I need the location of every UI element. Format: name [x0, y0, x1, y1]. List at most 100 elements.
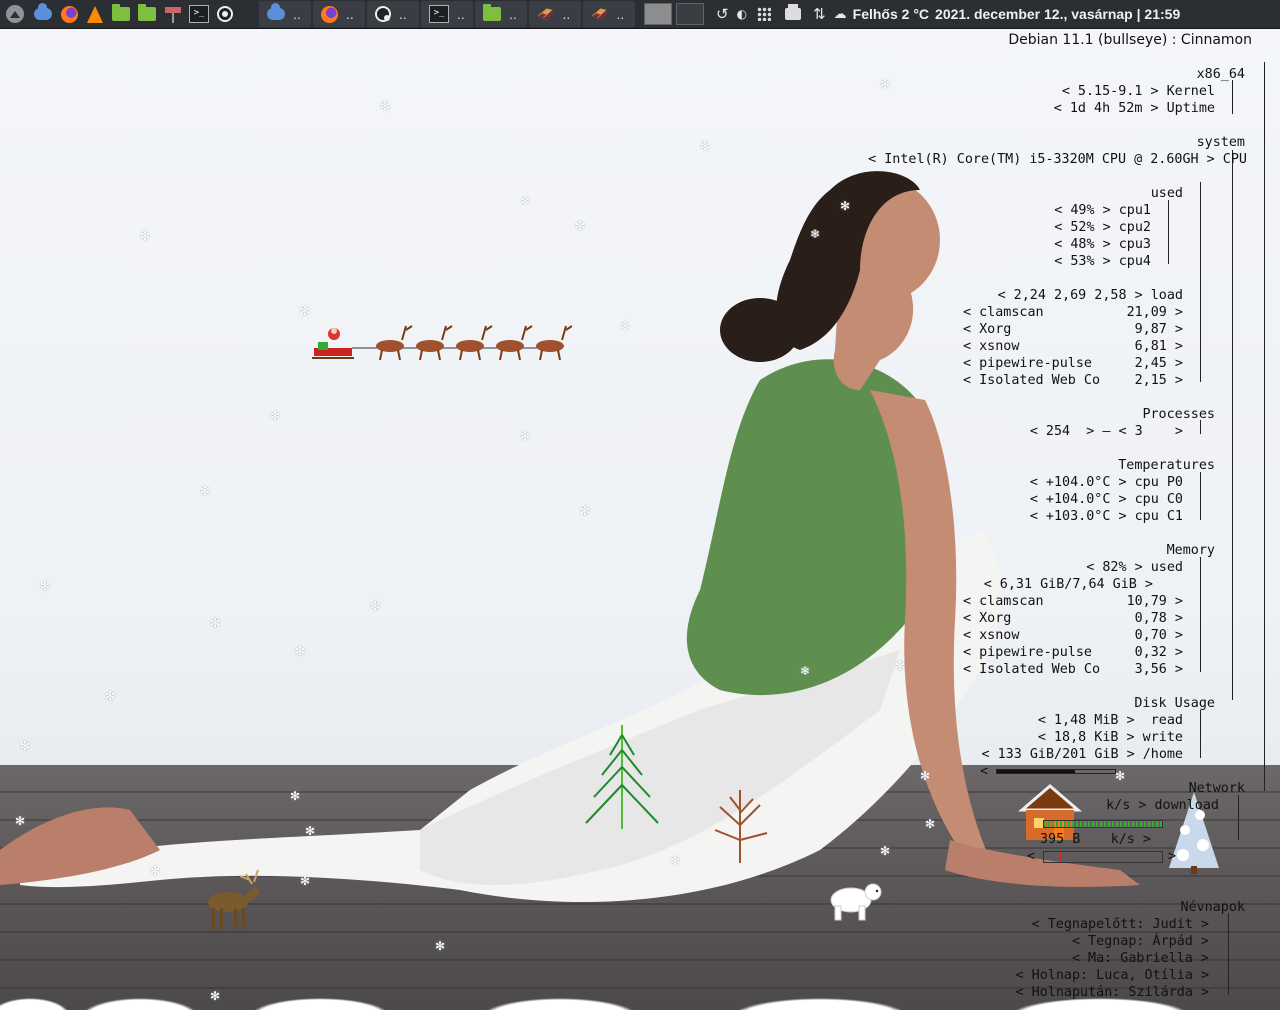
bracket-line — [1167, 200, 1169, 264]
info-icon[interactable]: ◐ — [737, 7, 747, 21]
vlc-icon — [87, 5, 103, 23]
process-value: 3,56 > — [1134, 662, 1183, 677]
process-value: 9,87 > — [1134, 322, 1183, 337]
firefox-launcher[interactable] — [59, 4, 79, 24]
net-upload-line: k/s > — [1110, 832, 1151, 847]
firefox-icon — [60, 5, 78, 23]
task-xsnow[interactable]: 🛷.. — [583, 1, 635, 27]
nevnap-line: < Holnap: Luca, Otília > — [1015, 968, 1209, 983]
cpu-core-line: < 49% > cpu1 — [1054, 203, 1151, 218]
temperatures-label: Temperatures — [1118, 458, 1215, 473]
disk-home-line: < 133 GiB/201 GiB > /home — [981, 747, 1183, 762]
task-files[interactable]: .. — [475, 1, 527, 27]
bracket-line — [1199, 182, 1201, 382]
folder-icon — [483, 4, 501, 21]
net-upload-spike — [1060, 852, 1062, 862]
launchers: >_ — [30, 3, 238, 24]
obs-launcher[interactable] — [215, 4, 235, 24]
folder-icon — [112, 4, 130, 21]
process-value: 10,79 > — [1126, 594, 1183, 609]
memory-used-line: < 82% > used — [1086, 560, 1183, 575]
task-label: .. — [562, 6, 571, 22]
files-launcher[interactable] — [111, 4, 131, 24]
network-label: Network — [1188, 781, 1245, 796]
task-obs[interactable]: .. — [367, 1, 419, 27]
vlc-launcher[interactable] — [85, 4, 105, 24]
files-launcher[interactable] — [137, 4, 157, 24]
signpost-launcher[interactable] — [163, 4, 183, 24]
task-label: .. — [457, 6, 465, 22]
weather-icon[interactable]: ☁ — [834, 7, 847, 22]
bracket-line — [1199, 557, 1201, 672]
task-label: .. — [509, 6, 517, 22]
nevnap-line: < Holnapután: Szilárda > — [1015, 985, 1209, 1000]
menu-icon[interactable] — [6, 5, 24, 23]
process-name: < xsnow — [963, 339, 1020, 354]
obs-icon — [375, 6, 391, 22]
load-line: < 2,24 2,69 2,58 > load — [997, 288, 1183, 303]
memory-label: Memory — [1166, 543, 1215, 558]
folder-icon — [138, 4, 156, 21]
process-name: < pipewire-pulse — [963, 645, 1092, 660]
task-firefox[interactable]: .. — [313, 1, 365, 27]
printer-icon[interactable] — [785, 4, 802, 20]
workspace-switcher — [642, 3, 706, 25]
terminal-icon: >_ — [189, 5, 209, 23]
process-name: < Isolated Web Co — [963, 662, 1101, 677]
sleigh-icon: 🛷 — [591, 5, 609, 22]
processes-label: Processes — [1142, 407, 1215, 422]
memory-total-line: < 6,31 GiB/7,64 GiB > — [983, 577, 1153, 592]
task-terminal[interactable]: >_.. — [421, 1, 473, 27]
process-value: 6,81 > — [1134, 339, 1183, 354]
bracket-line — [1237, 795, 1239, 840]
process-value: 0,32 > — [1134, 645, 1183, 660]
disk-read-line: < 1,48 MiB > read — [1037, 713, 1183, 728]
cpu-core-line: < 53% > cpu4 — [1054, 254, 1151, 269]
cpu-used-label: used — [1150, 186, 1183, 201]
cloud-app-launcher[interactable] — [33, 3, 53, 24]
process-value: 0,78 > — [1134, 611, 1183, 626]
network-icon[interactable]: ⇅ — [813, 5, 826, 23]
bracket-line — [1231, 80, 1233, 114]
disk-usage-label: Disk Usage — [1134, 696, 1215, 711]
task-label: .. — [399, 6, 407, 22]
disk-home-bar — [996, 769, 1116, 774]
system-label: system — [1196, 135, 1245, 150]
os-info: Debian 11.1 (bullseye) : Cinnamon — [1008, 32, 1252, 48]
process-name: < Xorg — [963, 322, 1012, 337]
task-xsnow[interactable]: 🛷.. — [529, 1, 581, 27]
workspace-2[interactable] — [676, 3, 704, 25]
bracket-line — [1231, 150, 1233, 700]
process-value: 2,45 > — [1134, 356, 1183, 371]
disk-write-line: < 18,8 KiB > write — [1037, 730, 1183, 745]
temperature-line: < +104.0°C > cpu C0 — [1029, 492, 1183, 507]
process-name: < clamscan — [963, 594, 1044, 609]
top-panel: >_ .. .. .. >_.. .. 🛷.. 🛷.. ↺ ◐ ⇅ ☁ Felh… — [0, 0, 1280, 29]
net-upload-graph — [1043, 851, 1163, 863]
disk-bar-bracket: < — [980, 764, 989, 779]
nevnap-line: < Tegnap: Árpád > — [1071, 934, 1209, 949]
refresh-icon[interactable]: ↺ — [716, 5, 729, 23]
bracket-line — [1227, 913, 1229, 995]
task-cloud-app[interactable]: .. — [259, 1, 311, 27]
cpu-model-line: < Intel(R) Core(TM) i5-3320M CPU @ 2.60G… — [868, 152, 1247, 167]
process-name: < pipewire-pulse — [963, 356, 1092, 371]
process-name: < Xorg — [963, 611, 1012, 626]
net-upload-value: 395 B — [1040, 832, 1081, 847]
apps-grid-icon[interactable] — [757, 7, 772, 21]
task-label: .. — [346, 6, 354, 22]
arch-label: x86_64 — [1196, 67, 1245, 82]
cloud-app-icon — [267, 3, 285, 20]
weather-text[interactable]: Felhős 2 °C — [853, 6, 929, 22]
process-value: 21,09 > — [1126, 305, 1183, 320]
terminal-launcher[interactable]: >_ — [189, 4, 209, 24]
bracket-line — [1263, 62, 1265, 791]
signpost-icon — [165, 5, 181, 23]
workspace-1[interactable] — [644, 3, 672, 25]
cloud-app-icon — [34, 3, 52, 20]
process-value: 2,15 > — [1134, 373, 1183, 388]
process-name: < xsnow — [963, 628, 1020, 643]
clock[interactable]: 2021. december 12., vasárnap | 21:59 — [935, 6, 1180, 22]
cpu-core-line: < 48% > cpu3 — [1054, 237, 1151, 252]
nevnap-line: < Tegnapelőtt: Judit > — [1031, 917, 1209, 932]
